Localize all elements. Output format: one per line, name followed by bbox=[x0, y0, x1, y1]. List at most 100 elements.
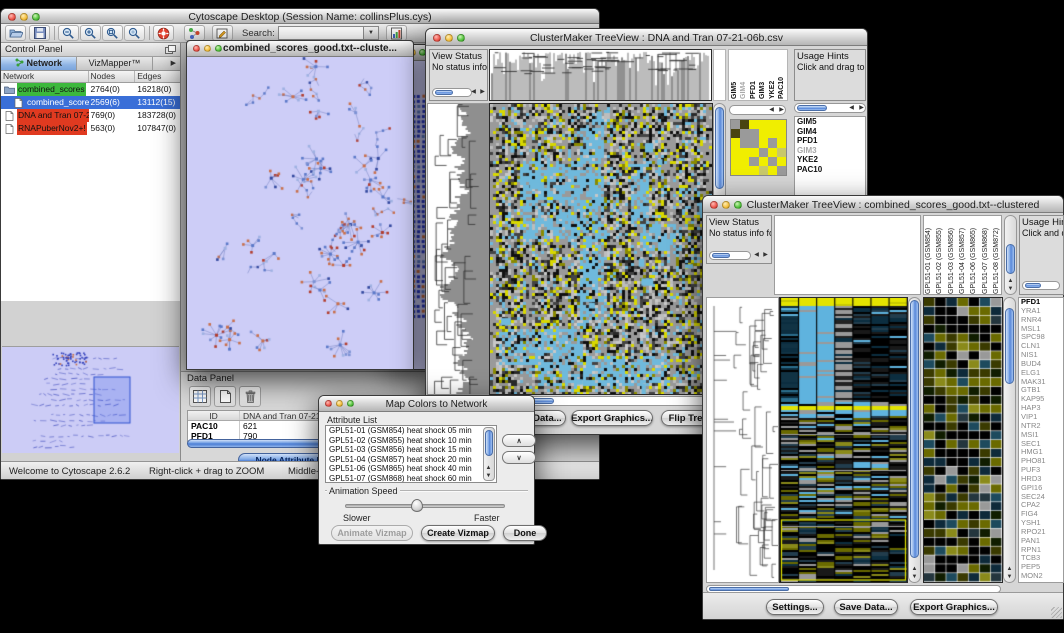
matrix-cell[interactable] bbox=[777, 129, 786, 138]
scroll-up-icon[interactable]: ▲ bbox=[484, 465, 493, 472]
scroll-left-icon[interactable]: ◀ bbox=[767, 107, 776, 114]
matrix-cell[interactable] bbox=[759, 129, 768, 138]
usage-hints-scrollbar[interactable] bbox=[1022, 281, 1060, 290]
similarity-matrix[interactable] bbox=[730, 119, 787, 176]
matrix-cell[interactable] bbox=[731, 166, 740, 175]
scroll-up-icon[interactable]: ▲ bbox=[1005, 566, 1014, 573]
scroll-down-icon[interactable]: ▼ bbox=[1005, 574, 1014, 581]
matrix-cell[interactable] bbox=[731, 120, 740, 129]
matrix-cell[interactable] bbox=[740, 120, 749, 129]
attribute-list-item[interactable]: GPL51-02 (GSM855) heat shock 10 min bbox=[326, 436, 496, 446]
minimize-icon[interactable] bbox=[336, 400, 343, 407]
global-heatmap-panel[interactable] bbox=[779, 297, 908, 583]
matrix-cell[interactable] bbox=[759, 138, 768, 147]
view-status-scrollbar[interactable] bbox=[432, 88, 472, 97]
close-icon[interactable] bbox=[325, 400, 332, 407]
search-input[interactable] bbox=[278, 26, 364, 40]
export-graphics-button[interactable]: Export Graphics... bbox=[910, 599, 998, 615]
matrix-cell[interactable] bbox=[777, 166, 786, 175]
attribute-select-button[interactable] bbox=[189, 386, 211, 407]
gene-label[interactable]: PFD1 bbox=[795, 136, 865, 146]
scroll-right-icon[interactable]: ▶ bbox=[777, 107, 786, 114]
matrix-cell[interactable] bbox=[777, 157, 786, 166]
attribute-list-item[interactable]: GPL51-03 (GSM856) heat shock 15 min bbox=[326, 445, 496, 455]
labels-vscrollbar[interactable]: ▲ ▼ bbox=[1004, 215, 1017, 295]
matrix-cell[interactable] bbox=[749, 129, 758, 138]
gene-label[interactable]: YKE2 bbox=[795, 155, 865, 165]
dialog-titlebar[interactable]: Map Colors to Network bbox=[319, 396, 534, 412]
matrix-cell[interactable] bbox=[740, 148, 749, 157]
scrollbar-thumb[interactable] bbox=[797, 105, 827, 111]
tab-vizmapper[interactable]: VizMapper™ bbox=[77, 57, 153, 70]
scroll-up-icon[interactable]: ▲ bbox=[1006, 278, 1015, 285]
scroll-down-icon[interactable]: ▼ bbox=[910, 574, 919, 581]
network-table-row[interactable]: RNAPuberNov2+!563(0)107847(0) bbox=[1, 122, 180, 135]
create-vizmap-button[interactable]: Create Vizmap bbox=[421, 525, 495, 541]
matrix-cell[interactable] bbox=[768, 120, 777, 129]
matrix-cell[interactable] bbox=[749, 148, 758, 157]
view-status-scrollbar[interactable] bbox=[709, 251, 751, 260]
matrix-cell[interactable] bbox=[740, 129, 749, 138]
zoom-fit-button[interactable] bbox=[124, 25, 145, 41]
scrollbar-thumb[interactable] bbox=[485, 430, 493, 456]
row-dendrogram-canvas[interactable] bbox=[428, 104, 489, 394]
matrix-cell[interactable] bbox=[777, 120, 786, 129]
matrix-cell[interactable] bbox=[731, 129, 740, 138]
scrollbar-thumb[interactable] bbox=[712, 253, 730, 258]
network-table-row[interactable]: combined_scores_good2569(6)13112(15) bbox=[1, 96, 180, 109]
done-button[interactable]: Done bbox=[503, 525, 547, 541]
zoom-heatmap-canvas[interactable] bbox=[924, 298, 1002, 582]
animation-speed-slider[interactable] bbox=[345, 504, 505, 508]
scroll-left-icon[interactable]: ◀ bbox=[752, 252, 761, 259]
scroll-down-icon[interactable]: ▼ bbox=[484, 473, 493, 480]
scroll-left-icon[interactable]: ◀ bbox=[469, 89, 478, 96]
network-table-row[interactable]: DNA and Tran 07-21-06b769(0)183728(0) bbox=[1, 109, 180, 122]
row-dendrogram-panel[interactable] bbox=[427, 103, 490, 395]
scroll-right-icon[interactable]: ▶ bbox=[857, 105, 866, 112]
column-header-id[interactable]: ID bbox=[188, 411, 240, 420]
zoom-heatmap-panel[interactable] bbox=[923, 297, 1003, 583]
row-dendrogram-canvas[interactable] bbox=[707, 298, 778, 582]
close-icon[interactable] bbox=[8, 13, 16, 21]
matrix-cell[interactable] bbox=[740, 138, 749, 147]
zoom-selected-button[interactable] bbox=[102, 25, 123, 41]
attribute-listbox[interactable]: GPL51-01 (GSM854) heat shock 05 minGPL51… bbox=[325, 425, 497, 483]
global-heatmap-canvas[interactable] bbox=[780, 298, 907, 582]
network-canvas[interactable] bbox=[187, 57, 413, 369]
scrollbar-thumb[interactable] bbox=[1006, 244, 1015, 274]
column-header-network[interactable]: Network bbox=[1, 71, 89, 82]
close-icon[interactable] bbox=[433, 34, 441, 42]
tab-network[interactable]: Network bbox=[1, 57, 77, 70]
column-tree-box[interactable] bbox=[774, 215, 921, 295]
minimize-icon[interactable] bbox=[204, 45, 211, 52]
attribute-list-item[interactable]: GPL51-07 (GSM868) heat shock 60 min bbox=[326, 474, 496, 484]
matrix-cell[interactable] bbox=[768, 138, 777, 147]
matrix-cell[interactable] bbox=[768, 166, 777, 175]
matrix-cell[interactable] bbox=[777, 148, 786, 157]
scrollbar-thumb[interactable] bbox=[715, 107, 724, 189]
column-dendrogram-panel[interactable] bbox=[489, 49, 712, 101]
matrix-cell[interactable] bbox=[777, 138, 786, 147]
scrollbar-thumb[interactable] bbox=[1005, 308, 1014, 384]
gene-label[interactable]: GIM5 bbox=[795, 117, 865, 127]
matrix-cell[interactable] bbox=[759, 120, 768, 129]
matrix-cell[interactable] bbox=[731, 148, 740, 157]
matrix-scrollbar[interactable]: ◀ ▶ bbox=[729, 105, 786, 115]
matrix-cell[interactable] bbox=[759, 157, 768, 166]
new-attribute-button[interactable] bbox=[214, 386, 236, 407]
scrollbar-thumb[interactable] bbox=[1025, 283, 1041, 288]
matrix-cell[interactable] bbox=[768, 148, 777, 157]
settings-button[interactable]: Settings... bbox=[766, 599, 824, 615]
column-header-nodes[interactable]: Nodes bbox=[89, 71, 136, 82]
matrix-cell[interactable] bbox=[768, 157, 777, 166]
search-dropdown-button[interactable]: ▼ bbox=[364, 26, 379, 40]
scrollbar-thumb[interactable] bbox=[435, 90, 453, 95]
delete-attribute-button[interactable] bbox=[239, 386, 261, 407]
attribute-list-item[interactable]: GPL51-06 (GSM865) heat shock 40 min bbox=[326, 464, 496, 474]
save-button[interactable] bbox=[29, 25, 50, 41]
save-data-button[interactable]: Save Data... bbox=[834, 599, 898, 615]
resize-grip[interactable] bbox=[1051, 607, 1062, 618]
attribute-list-item[interactable]: GPL51-04 (GSM857) heat shock 20 min bbox=[326, 455, 496, 465]
annotation-button[interactable] bbox=[212, 25, 233, 41]
matrix-cell[interactable] bbox=[740, 157, 749, 166]
